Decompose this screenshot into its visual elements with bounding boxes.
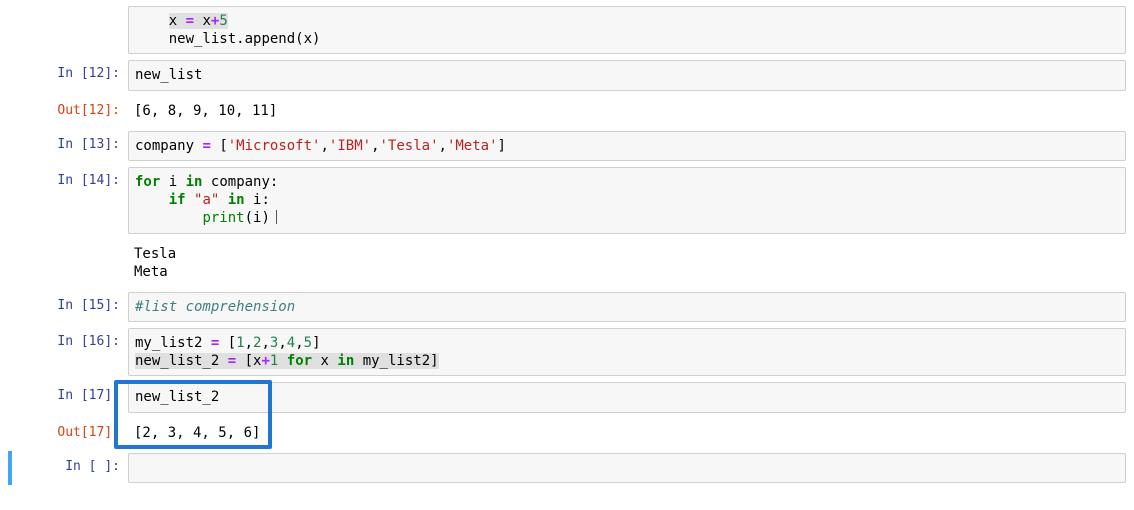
code-input[interactable]: x = x+5 new_list.append(x) [128,6,1126,54]
code-input[interactable]: company = ['Microsoft','IBM','Tesla','Me… [128,131,1126,161]
in-prompt: In [13]: [8,131,128,157]
in-prompt: In [14]: [8,167,128,193]
code-input[interactable]: for i in company: if "a" in i: print(i) [128,167,1126,234]
in-prompt [8,6,128,16]
in-prompt: In [12]: [8,60,128,86]
cell[interactable]: In [12]:new_list [8,58,1126,92]
output-text: [2, 3, 4, 5, 6] [128,419,1126,447]
cell[interactable]: In [13]:company = ['Microsoft','IBM','Te… [8,129,1126,163]
notebook: x = x+5 new_list.append(x)In [12]:new_li… [0,0,1134,507]
cell[interactable]: x = x+5 new_list.append(x) [8,4,1126,56]
code-input[interactable] [128,453,1126,483]
annotation-group: In [17]:new_list_2Out[17]:[2, 3, 4, 5, 6… [8,380,1126,448]
cell[interactable]: In [16]:my_list2 = [1,2,3,4,5]new_list_2… [8,326,1126,378]
code-input[interactable]: new_list [128,60,1126,90]
output-text: [6, 8, 9, 10, 11] [128,97,1126,125]
cell[interactable]: In [ ]: [8,451,1126,485]
code-input[interactable]: new_list_2 [128,382,1126,412]
cell[interactable]: In [15]:#list comprehension [8,290,1126,324]
in-prompt: In [17]: [8,382,128,408]
in-prompt: In [15]: [8,292,128,318]
code-input[interactable]: #list comprehension [128,292,1126,322]
out-prompt: Out[17]: [8,419,128,445]
in-prompt: In [ ]: [12,453,128,479]
in-prompt: In [16]: [8,328,128,354]
out-prompt: Out[12]: [8,97,128,123]
cell[interactable]: In [14]:for i in company: if "a" in i: p… [8,165,1126,236]
stream-output: Tesla Meta [128,240,1126,286]
code-input[interactable]: my_list2 = [1,2,3,4,5]new_list_2 = [x+1 … [128,328,1126,376]
text-cursor-icon [276,210,278,224]
